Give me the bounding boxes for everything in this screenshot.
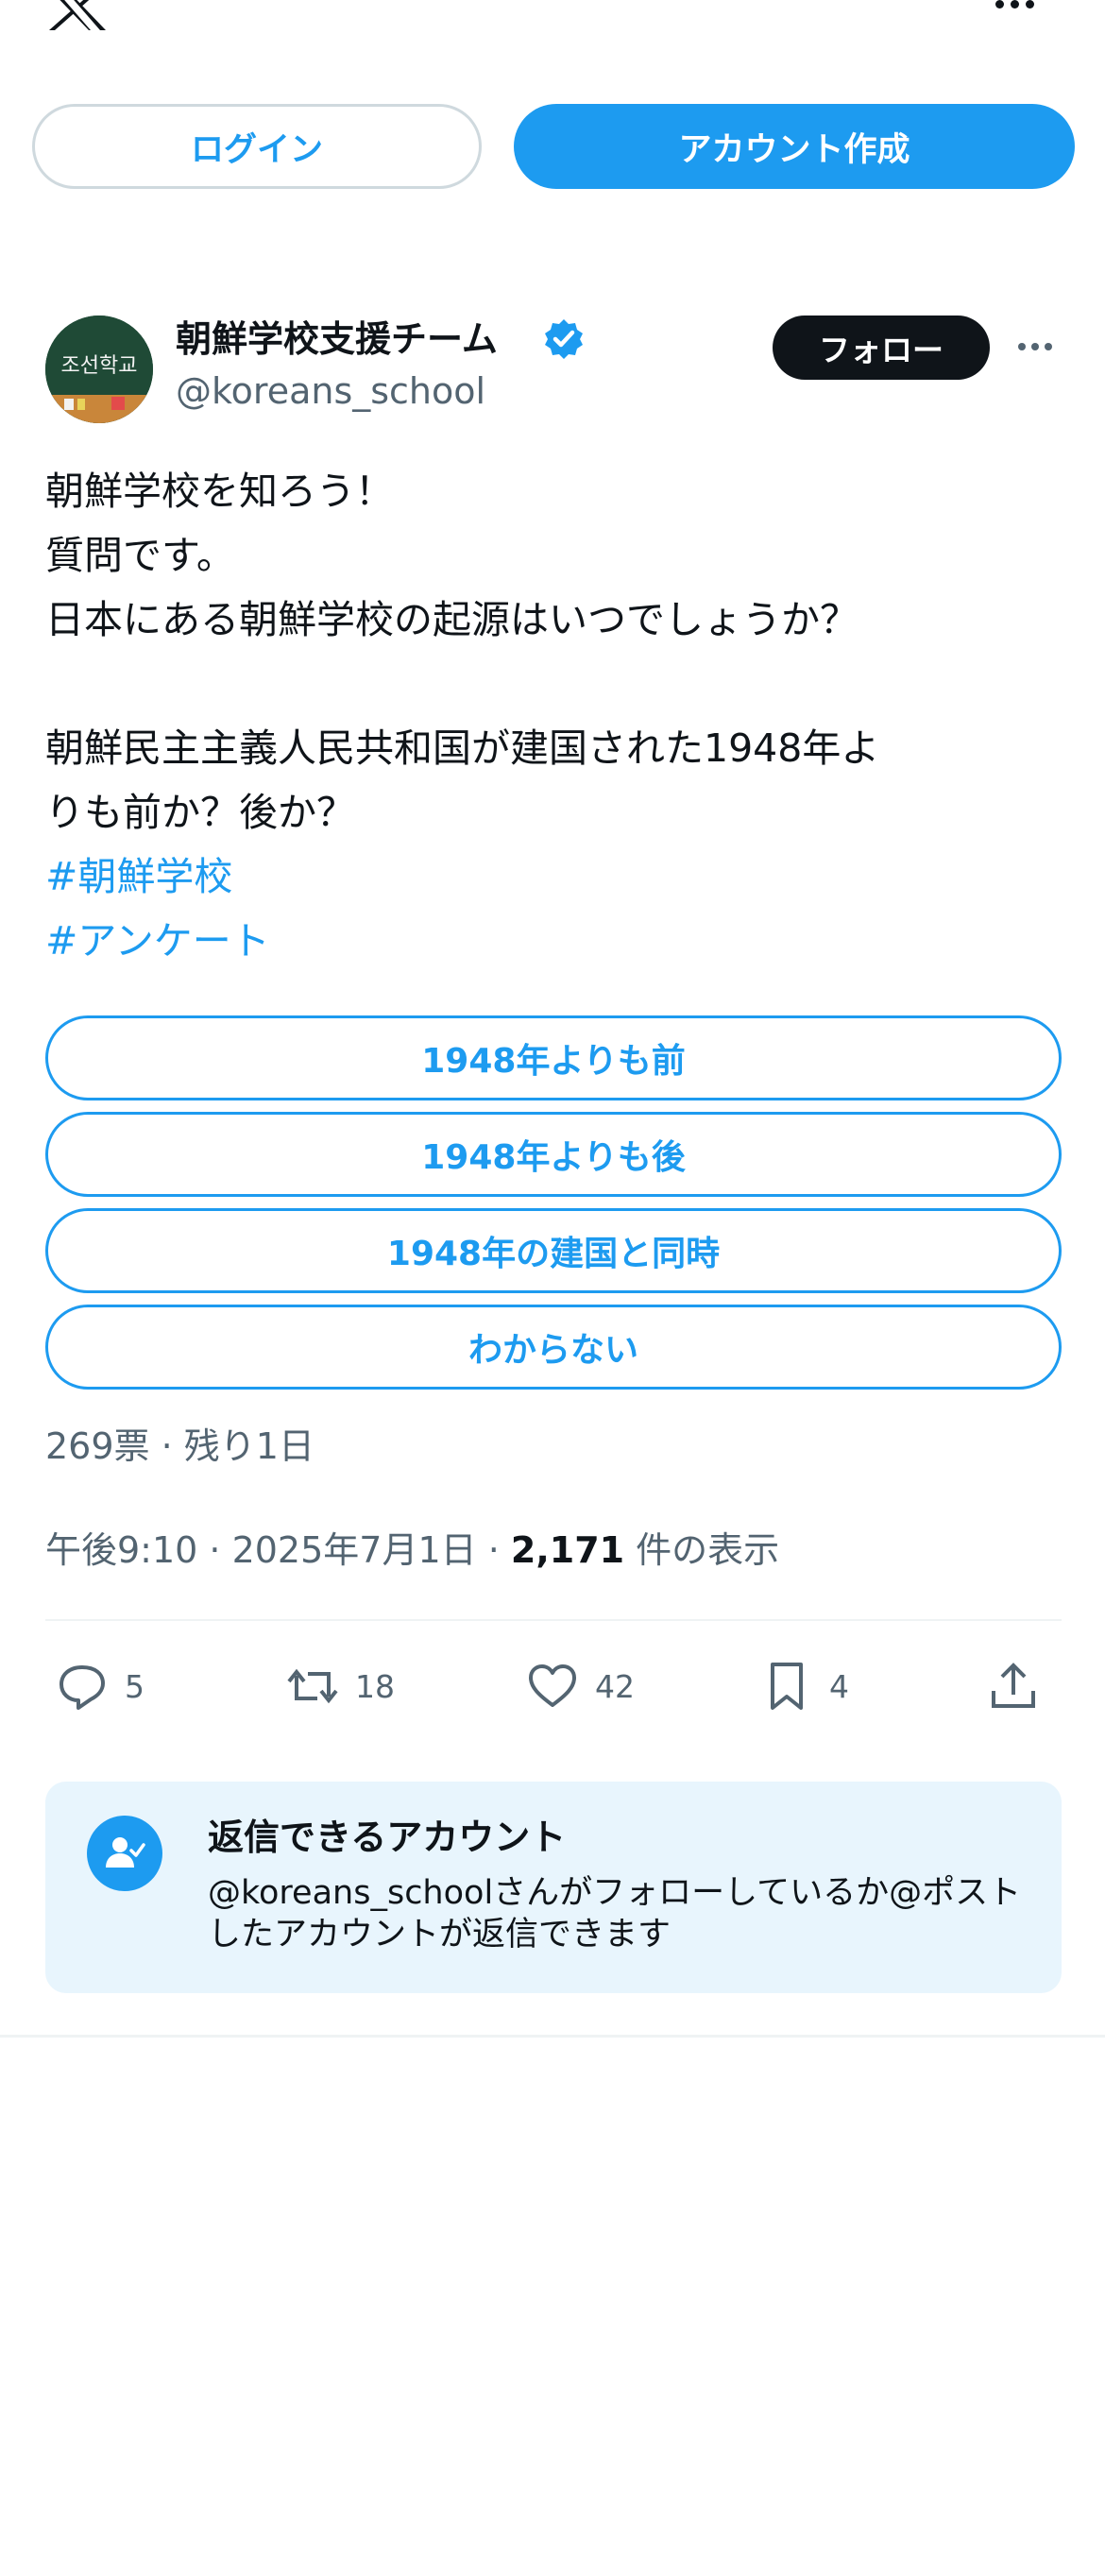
post-text-line bbox=[45, 652, 1056, 716]
x-logo-icon[interactable] bbox=[43, 0, 110, 30]
post-text-line: 朝鮮学校を知ろう！ bbox=[45, 469, 394, 514]
avatar-text: 조선학교 bbox=[61, 354, 138, 378]
divider bbox=[0, 2035, 1105, 2038]
share-icon bbox=[992, 1663, 1035, 1708]
poll-option[interactable]: 1948年よりも前 bbox=[45, 1015, 1062, 1100]
divider bbox=[45, 1619, 1062, 1621]
repost-count: 18 bbox=[355, 1667, 395, 1705]
avatar[interactable]: 조선학교 bbox=[45, 316, 153, 423]
bookmark-icon bbox=[771, 1663, 803, 1710]
reply-restriction-description: @koreans_schoolさんがフォローしているか@ポストしたアカウントが返… bbox=[208, 1874, 1022, 1953]
reply-restriction-title: 返信できるアカウント bbox=[208, 1817, 567, 1858]
like-count: 42 bbox=[595, 1667, 635, 1705]
heart-icon bbox=[529, 1664, 576, 1707]
like-button[interactable]: 42 bbox=[525, 1655, 635, 1717]
hashtag-link[interactable]: #アンケート bbox=[45, 909, 1056, 973]
reply-restriction-box: 返信できるアカウント @koreans_schoolさんがフォローしているか@ポ… bbox=[45, 1782, 1062, 1993]
post-text-line: 朝鮮民主主義人民共和国が建国された1948年よ bbox=[45, 725, 880, 771]
post-time-date[interactable]: 午後9:10 · 2025年7月1日 · bbox=[45, 1529, 511, 1571]
view-count: 2,171 bbox=[510, 1529, 625, 1571]
hashtag-link[interactable]: #朝鮮学校 bbox=[45, 844, 1056, 909]
more-options-icon[interactable] bbox=[995, 0, 1052, 15]
repost-button[interactable]: 18 bbox=[285, 1655, 395, 1717]
post-text-line: 質問です。 bbox=[45, 533, 235, 578]
verified-badge-icon bbox=[545, 319, 583, 359]
create-account-button[interactable]: アカウント作成 bbox=[514, 104, 1075, 189]
repost-icon bbox=[287, 1668, 338, 1704]
share-button[interactable] bbox=[986, 1655, 1041, 1717]
poll-option[interactable]: 1948年よりも後 bbox=[45, 1112, 1062, 1197]
user-check-icon bbox=[87, 1816, 162, 1891]
poll-option[interactable]: わからない bbox=[45, 1305, 1062, 1390]
view-count-label: 件の表示 bbox=[624, 1529, 780, 1571]
reply-count: 5 bbox=[125, 1667, 144, 1705]
post-text: 朝鮮学校を知ろう！ 質問です。 日本にある朝鮮学校の起源はいつでしょうか？ 朝鮮… bbox=[45, 459, 1056, 973]
reply-button[interactable]: 5 bbox=[55, 1655, 144, 1717]
bookmark-count: 4 bbox=[829, 1667, 849, 1705]
bookmark-button[interactable]: 4 bbox=[759, 1655, 849, 1717]
login-button[interactable]: ログイン bbox=[32, 104, 482, 189]
author-handle[interactable]: @koreans_school bbox=[176, 370, 485, 412]
follow-button[interactable]: フォロー bbox=[773, 316, 990, 380]
post-more-icon[interactable] bbox=[1018, 338, 1060, 355]
post-text-line: 日本にある朝鮮学校の起源はいつでしょうか？ bbox=[45, 597, 858, 642]
author-name[interactable]: 朝鮮学校支援チーム bbox=[176, 310, 498, 362]
post-timestamp: 午後9:10 · 2025年7月1日 · 2,171 件の表示 bbox=[45, 1521, 779, 1573]
poll-option[interactable]: 1948年の建国と同時 bbox=[45, 1208, 1062, 1293]
poll-summary: 269票 · 残り1日 bbox=[45, 1425, 314, 1467]
reply-icon bbox=[60, 1665, 105, 1710]
post-text-line: りも前か？後か？ bbox=[45, 790, 355, 835]
post-page: ログイン アカウント作成 조선학교 朝鮮学校支援チーム @koreans_sch… bbox=[0, 0, 1105, 2576]
